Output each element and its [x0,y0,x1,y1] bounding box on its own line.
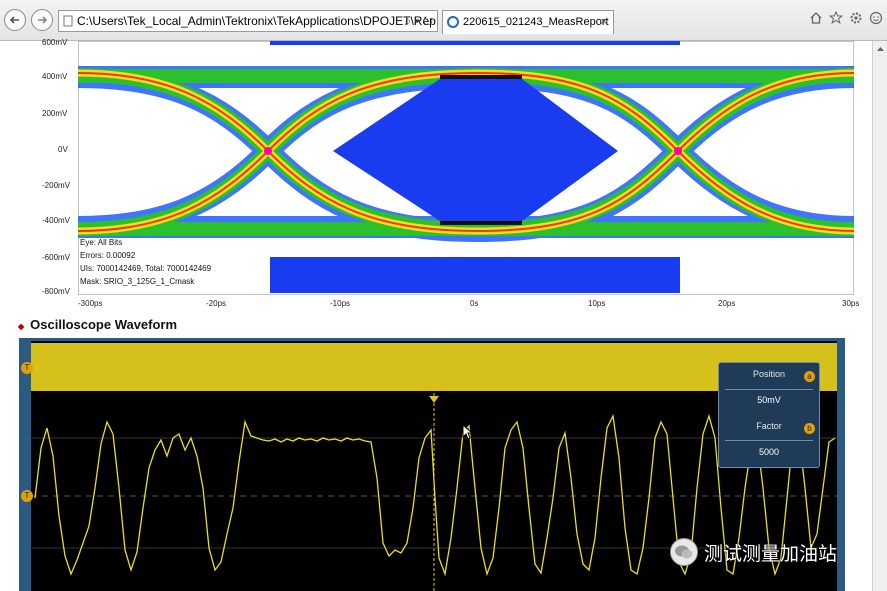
mask-top [270,41,680,45]
y-tick: 400mV [42,72,68,81]
page-scrollbar[interactable] [872,41,887,591]
tab-close-icon[interactable]: × [601,11,607,33]
tab-title: 220615_021243_MeasReport [463,16,609,28]
y-tick: -800mV [42,287,71,296]
section-title-text: Oscilloscope Waveform [30,317,178,332]
eye-diagram: 600mV 400mV 200mV 0V -200mV -400mV -600m… [0,38,872,311]
star-icon[interactable] [829,11,843,25]
x-tick: -20ps [206,299,227,308]
position-value[interactable]: 50mV [719,395,819,405]
ie-icon [447,16,459,28]
y-tick: 0V [58,145,68,154]
crossover-left [264,147,272,155]
y-tick: -400mV [42,216,71,225]
browser-right-icons [809,11,883,25]
smiley-icon[interactable] [869,11,883,25]
scroll-up-icon[interactable] [873,44,887,54]
badge-a-icon: a [804,371,815,382]
watermark: 测试测量加油站 [670,538,837,566]
address-text: C:\Users\Tek_Local_Admin\Tektronix\TekAp… [77,14,436,28]
forward-button[interactable] [31,9,53,31]
section-title: ◆ Oscilloscope Waveform [18,317,177,332]
tab-meas-report[interactable]: 220615_021243_MeasReport × [442,10,614,34]
gear-icon[interactable] [849,11,863,25]
marker-channel[interactable]: T [21,490,33,502]
back-arrow-icon [9,16,19,24]
info-eye: Eye: All Bits [80,238,123,247]
y-tick: 200mV [42,109,68,118]
bullet-icon: ◆ [18,322,25,331]
mask-bottom [270,257,680,293]
marker-top[interactable]: T [21,362,33,374]
x-tick: -300ps [78,299,103,308]
info-errors: Errors: 0.00092 [80,251,136,260]
scope-position-panel[interactable]: Position a 50mV Factor b 5000 [718,362,820,468]
mask-bottom-edge [440,221,522,225]
y-tick: -200mV [42,181,71,190]
panel-divider [725,389,813,390]
browser-toolbar: C:\Users\Tek_Local_Admin\Tektronix\TekAp… [0,0,887,41]
forward-arrow-icon [38,16,48,24]
watermark-text: 测试测量加油站 [704,543,838,565]
mouse-cursor-icon [462,424,474,440]
x-tick: 0s [470,299,479,308]
info-mask: Mask: SRIO_3_125G_1_Cmask [80,277,195,286]
panel-divider [725,440,813,441]
factor-value[interactable]: 5000 [719,447,819,457]
home-icon[interactable] [809,11,823,25]
y-tick: -600mV [42,253,71,262]
badge-b-icon: b [804,423,815,434]
address-bar[interactable]: C:\Users\Tek_Local_Admin\Tektronix\TekAp… [58,10,438,32]
y-tick: 600mV [42,38,68,47]
x-tick: 10ps [588,299,606,308]
page-icon [63,15,73,27]
crossover-right [674,147,682,155]
mask-top-edge [440,75,522,79]
address-tools[interactable]: ⌕ ▾ ↻ [404,11,433,31]
info-uis: UIs: 7000142469, Total: 7000142469 [80,264,212,273]
wechat-icon [670,538,698,566]
eye-info: Eye: All Bits Errors: 0.00092 UIs: 70001… [80,236,211,288]
x-tick: 20ps [718,299,736,308]
x-tick: -10ps [330,299,351,308]
x-tick: 30ps [842,299,860,308]
back-button[interactable] [4,9,26,31]
